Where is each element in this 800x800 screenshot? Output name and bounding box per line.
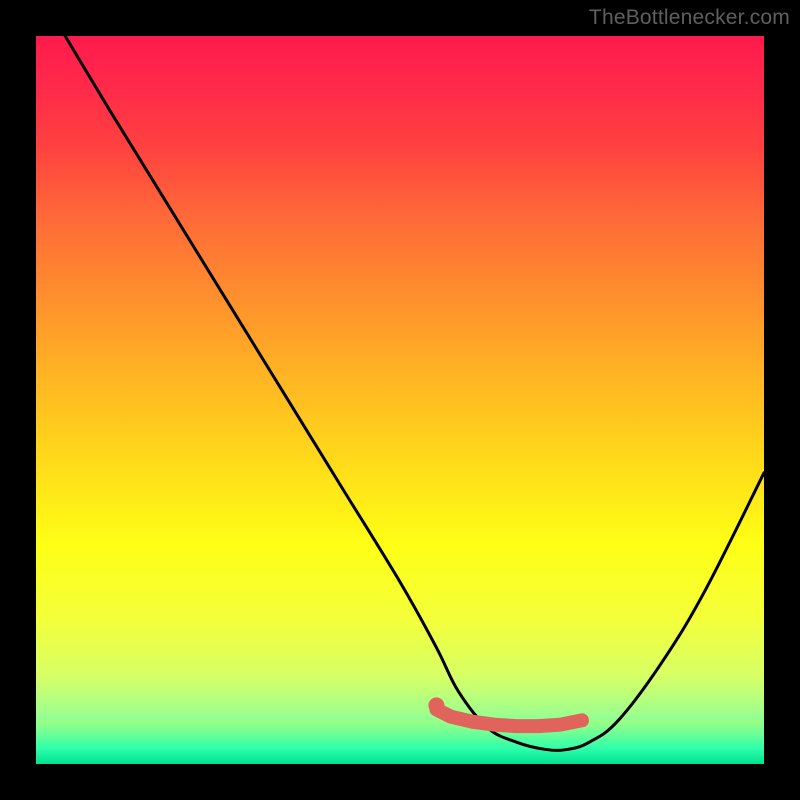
curve-line [65, 36, 764, 750]
turning-start-dot [428, 697, 444, 713]
chart-overlay [36, 36, 764, 764]
turning-segment [436, 709, 582, 726]
chart-area [36, 36, 764, 764]
watermark-text: TheBottlenecker.com [589, 6, 790, 30]
